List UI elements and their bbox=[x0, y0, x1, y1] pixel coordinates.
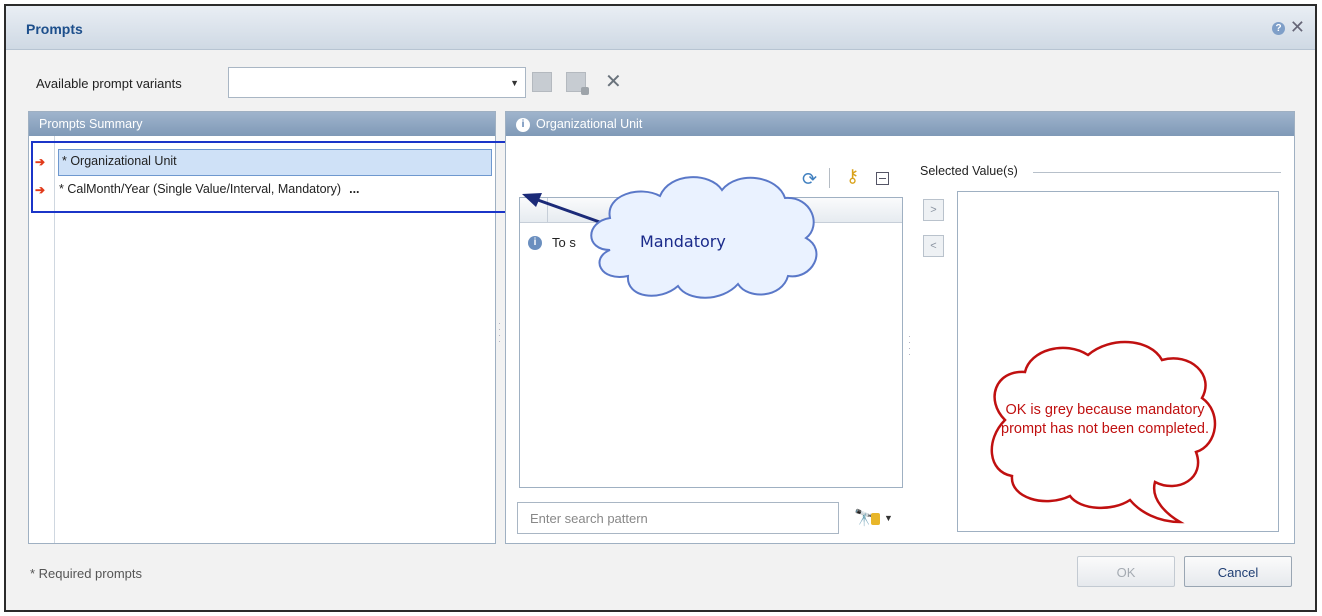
help-icon[interactable]: ? bbox=[1272, 22, 1285, 35]
remove-selection-button[interactable]: < bbox=[923, 235, 944, 257]
panel-splitter-handle[interactable]: · · · · bbox=[498, 319, 501, 346]
list-column-header bbox=[520, 198, 902, 223]
ok-button[interactable]: OK bbox=[1077, 556, 1175, 587]
variants-label: Available prompt variants bbox=[36, 76, 182, 91]
dialog-title: Prompts bbox=[26, 21, 83, 37]
search-input[interactable] bbox=[517, 502, 839, 534]
delete-variant-icon[interactable]: ✕ bbox=[605, 69, 622, 94]
close-icon[interactable]: ✕ bbox=[1290, 18, 1305, 36]
annotation-highlight-box bbox=[31, 141, 516, 213]
add-selection-button[interactable]: > bbox=[923, 199, 944, 221]
list-column-header-cell bbox=[520, 198, 548, 223]
panel-splitter-handle[interactable]: · · · · bbox=[908, 332, 911, 359]
cancel-button[interactable]: Cancel bbox=[1184, 556, 1292, 587]
chevron-down-icon[interactable]: ▼ bbox=[884, 513, 893, 523]
divider bbox=[1033, 172, 1281, 173]
info-icon: i bbox=[528, 236, 542, 250]
selected-values-list[interactable] bbox=[957, 191, 1279, 532]
required-prompts-note: * Required prompts bbox=[30, 566, 142, 581]
prompt-variant-select[interactable]: ▼ bbox=[228, 67, 526, 98]
organizational-unit-header: i Organizational Unit bbox=[506, 112, 1294, 136]
organizational-unit-panel: i Organizational Unit ⟳ ⚷ i To s Refresh … bbox=[505, 111, 1295, 544]
ok-grey-bubble-text: OK is grey because mandatory prompt has … bbox=[1001, 402, 1209, 437]
save-as-variant-icon[interactable] bbox=[566, 72, 589, 95]
collapse-icon[interactable] bbox=[876, 172, 889, 185]
prompts-summary-header: Prompts Summary bbox=[29, 112, 495, 136]
mandatory-cloud-text: Mandatory bbox=[640, 232, 726, 251]
selected-values-title: Selected Value(s) bbox=[920, 164, 1018, 178]
save-variant-icon[interactable] bbox=[532, 72, 552, 92]
chevron-down-icon[interactable]: ▼ bbox=[510, 78, 519, 88]
search-icon[interactable]: 🔭 bbox=[854, 508, 880, 528]
key-icon[interactable]: ⚷ bbox=[846, 166, 859, 187]
info-icon: i bbox=[516, 117, 530, 132]
refresh-icon[interactable]: ⟳ bbox=[802, 169, 817, 190]
dialog-titlebar: Prompts ? ✕ bbox=[6, 6, 1315, 50]
toolbar-separator bbox=[829, 168, 830, 188]
